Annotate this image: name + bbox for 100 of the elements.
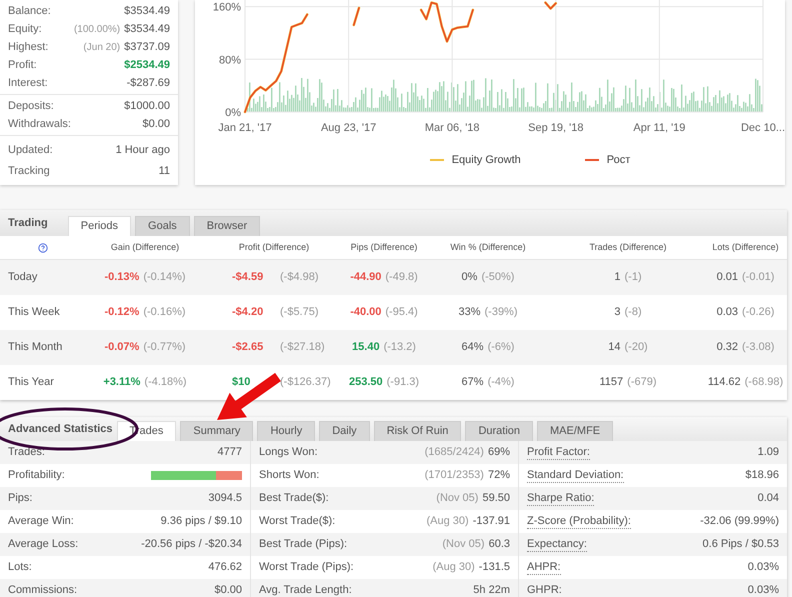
stat-value: 1 Hour ago [116, 142, 170, 158]
stat-value: 0.04 [758, 491, 779, 506]
stat-label: Lots: [8, 560, 32, 576]
stat-value: -20.56 pips / -$20.34 [141, 537, 242, 552]
tab[interactable]: Summary [180, 421, 254, 441]
row-label: Today [7, 270, 38, 286]
tab[interactable]: Hourly [257, 421, 316, 441]
column-header: Win % (Difference) [449, 240, 527, 254]
cell-value: -40.00 [350, 305, 382, 320]
tab[interactable]: Goals [135, 216, 190, 236]
row-label: This Year [7, 375, 55, 390]
stat-note: (1701/2353) [424, 468, 484, 484]
cell-difference: (-4.18%) [144, 375, 187, 390]
stat-value: 0.03% [748, 583, 779, 597]
column-header: Profit (Difference) [238, 240, 310, 254]
stat-label: Shorts Won: [259, 468, 320, 484]
stat-label: Worst Trade($): [259, 514, 336, 530]
stat-note: (Nov 05) [436, 491, 478, 506]
cell-difference: (-8) [624, 305, 642, 320]
cell-value: -0.13% [104, 270, 140, 286]
cell-value: 1 [614, 270, 620, 286]
cell-difference: (-20) [624, 340, 648, 356]
cell-difference: (-$5.75) [280, 305, 319, 320]
cell-difference: (-$126.37) [280, 375, 331, 390]
stat-label: Deposits: [8, 98, 54, 114]
stat-note: (Nov 05) [442, 537, 485, 552]
cell-value: +3.11% [103, 375, 140, 390]
row-label: This Week [7, 305, 61, 320]
stat-label: Equity: [8, 22, 42, 37]
stat-label: AHPR: [527, 560, 561, 574]
y-tick-label: 80% [218, 54, 241, 66]
cell-difference: (-6%) [488, 340, 514, 356]
cell-difference: (-$27.18) [280, 340, 325, 356]
stat-value: $0.00 [214, 583, 242, 597]
stat-value: 0.03% [748, 560, 779, 576]
stat-value: 11 [158, 164, 170, 179]
cell-difference: (-0.01) [742, 270, 774, 286]
stat-note: (1685/2424) [424, 445, 484, 460]
stat-label: Best Trade (Pips): [259, 537, 348, 552]
column-header: Pips (Difference) [350, 240, 418, 254]
column-header: Lots (Difference) [711, 240, 780, 254]
stat-value: -32.06 (99.99%) [700, 514, 779, 530]
panel-title: Trading [8, 216, 48, 231]
cell-difference: (-0.14%) [143, 270, 186, 286]
cell-difference: (-679) [627, 375, 656, 390]
row-label: This Month [7, 340, 64, 356]
stat-value: 0.6 Pips / $0.53 [702, 537, 779, 552]
help-icon[interactable] [38, 242, 48, 252]
stat-label: Longs Won: [259, 445, 318, 460]
stat-label: Commissions: [8, 583, 78, 597]
cell-value: -$2.65 [232, 340, 264, 356]
stat-label: Standard Deviation: [527, 468, 624, 482]
stat-label: Highest: [8, 40, 48, 55]
stat-value: 4777 [218, 445, 242, 460]
cell-value: -0.12% [104, 305, 140, 320]
cell-value: 33% [458, 305, 480, 320]
cell-difference: (-0.16%) [143, 305, 186, 320]
stat-label: Z-Score (Probability): [527, 514, 631, 528]
stat-label: Worst Trade (Pips): [259, 560, 354, 576]
cell-value: 15.40 [352, 340, 380, 356]
cell-value: -$4.59 [232, 270, 264, 286]
x-tick-label: Aug 23, '17 [320, 122, 376, 134]
cell-difference: (-50%) [481, 270, 514, 286]
cell-difference: (-68.98) [744, 375, 784, 390]
x-tick-label: Jan 21, '17 [218, 122, 272, 134]
tab[interactable]: Periods [68, 216, 132, 236]
cell-difference: (-0.77%) [143, 340, 186, 356]
stat-label: Expectancy: [527, 538, 587, 552]
stat-value: 69% [488, 445, 510, 460]
stat-value: 5h 22m [473, 583, 510, 597]
stat-value: 59.50 [482, 491, 510, 506]
column-header: Gain (Difference) [110, 240, 180, 254]
stat-value: $3737.09 [124, 40, 170, 55]
stat-value: -$287.69 [126, 76, 170, 91]
tab[interactable]: MAE/MFE [537, 421, 614, 441]
stat-label: Interest: [8, 76, 48, 91]
tab[interactable]: Duration [465, 421, 534, 441]
tab[interactable]: Risk Of Ruin [374, 421, 462, 441]
stat-label: Average Loss: [8, 537, 78, 552]
cell-difference: (-95.4) [385, 305, 418, 320]
cell-value: 0.32 [716, 340, 738, 356]
stat-note: (Aug 30) [426, 514, 469, 530]
stat-value: 72% [488, 468, 510, 484]
x-tick-label: Apr 11, '19 [633, 122, 686, 134]
cell-value: 114.62 [708, 375, 741, 390]
stat-value: 60.3 [488, 537, 510, 552]
stat-note: (Aug 30) [432, 560, 475, 576]
tab[interactable]: Browser [194, 216, 260, 236]
cell-difference: (-0.26) [742, 305, 774, 320]
legend-label[interactable]: Equity Growth [452, 152, 521, 168]
stat-value: $18.96 [745, 468, 779, 484]
stat-label: Best Trade($): [259, 491, 329, 506]
x-tick-label: Mar 06, '18 [424, 122, 480, 134]
tab[interactable]: Daily [319, 421, 370, 441]
cell-difference: (-1) [624, 270, 642, 286]
panel-title: Advanced Statistics [8, 422, 113, 437]
stat-value: -131.5 [478, 560, 510, 576]
legend-label[interactable]: Рост [606, 152, 630, 168]
cell-value: 14 [608, 340, 620, 356]
cell-difference: (-91.3) [386, 375, 420, 390]
